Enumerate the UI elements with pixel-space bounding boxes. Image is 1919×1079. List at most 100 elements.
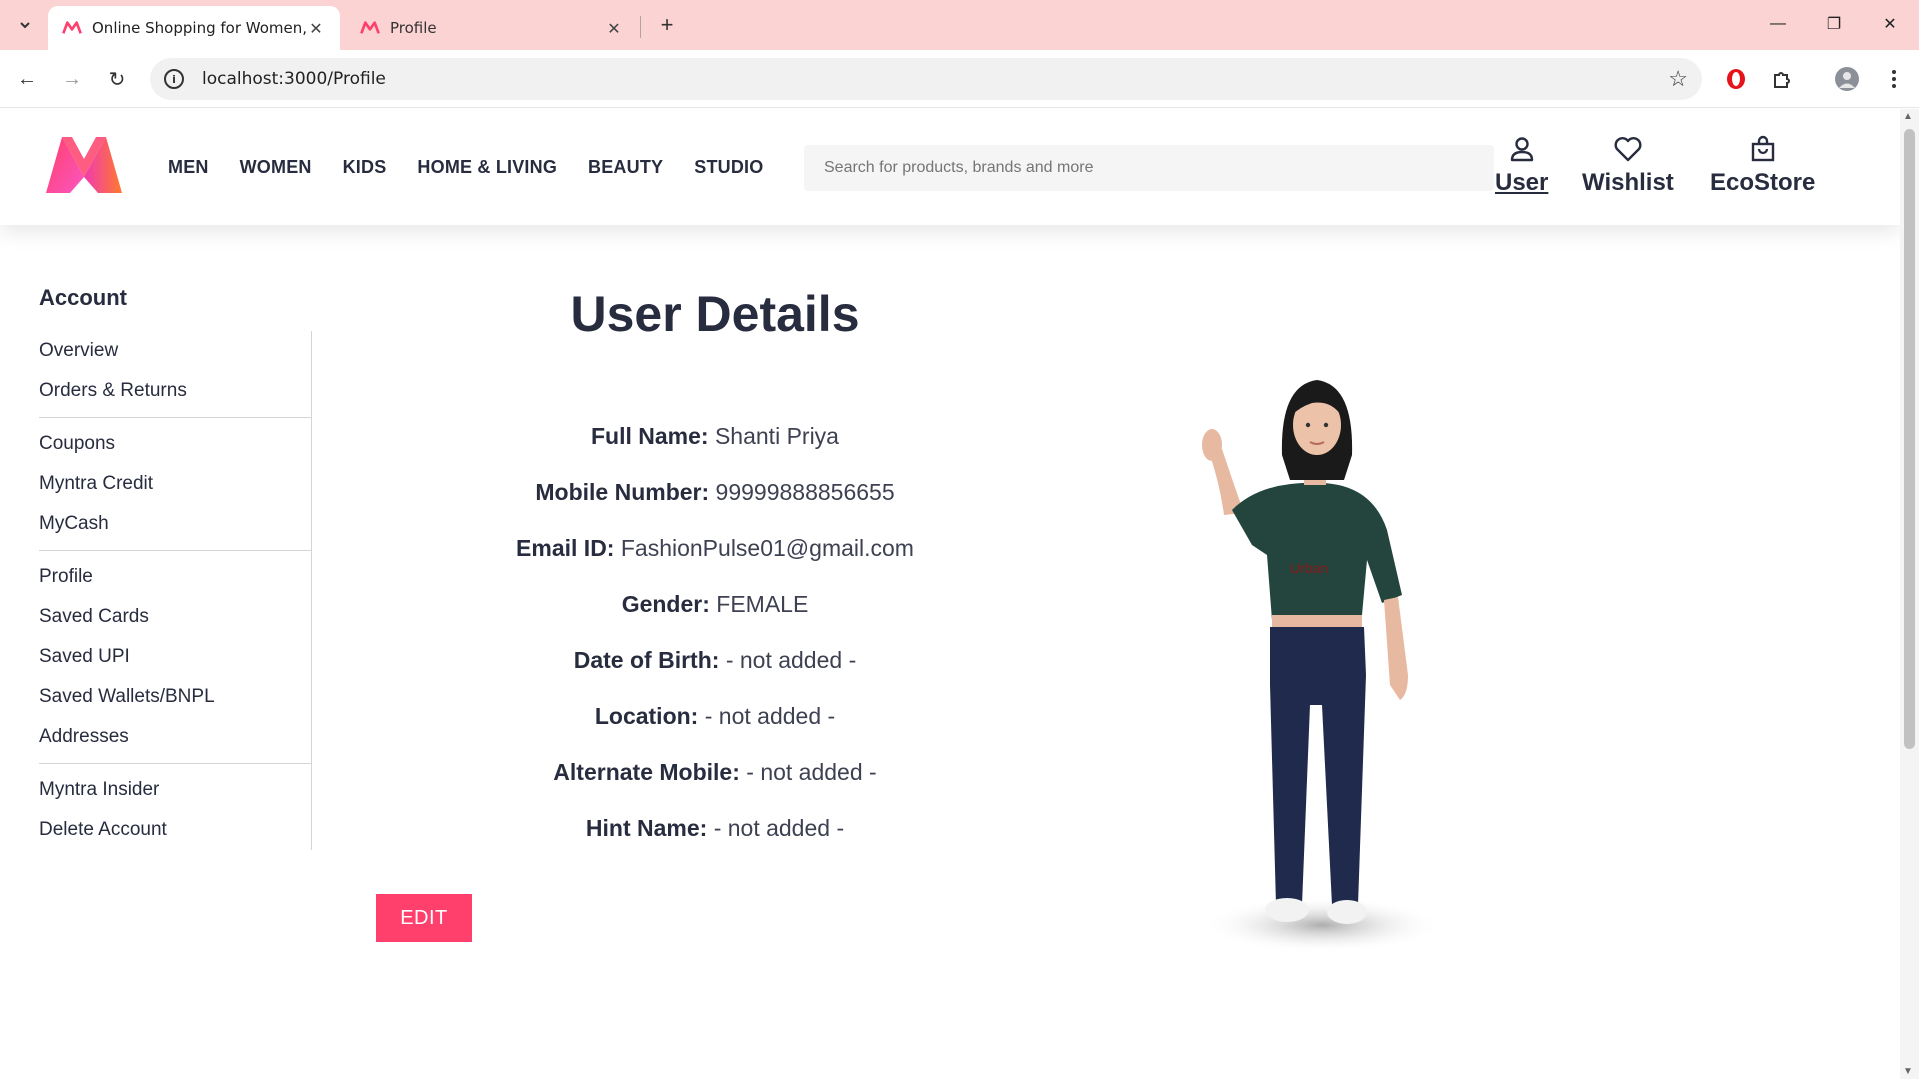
search-input[interactable] xyxy=(804,145,1494,191)
close-icon[interactable]: ✕ xyxy=(306,19,326,38)
detail-row-alt-mobile: Alternate Mobile: - not added - xyxy=(360,759,1070,786)
avatar-illustration: Urban xyxy=(1162,345,1480,987)
address-bar[interactable]: i localhost:3000/Profile ☆ xyxy=(150,58,1702,100)
sidebar-item-saved-cards[interactable]: Saved Cards xyxy=(39,597,311,637)
avatar-figure: Urban xyxy=(1202,380,1442,953)
sidebar-item-mycash[interactable]: MyCash xyxy=(39,504,311,544)
site-header: MEN WOMEN KIDS HOME & LIVING BEAUTY STUD… xyxy=(0,109,1900,225)
tab-title: Profile xyxy=(390,19,437,37)
scroll-up-icon[interactable]: ▲ xyxy=(1903,111,1913,122)
detail-row-dob: Date of Birth: - not added - xyxy=(360,647,1070,674)
minimize-icon: — xyxy=(1770,15,1786,32)
edit-button[interactable]: EDIT xyxy=(376,894,472,942)
detail-label: Hint Name: xyxy=(585,815,708,841)
user-profile-button[interactable]: User xyxy=(1495,135,1548,197)
svg-text:Urban: Urban xyxy=(1290,560,1328,576)
detail-row-location: Location: - not added - xyxy=(360,703,1070,730)
nav-beauty[interactable]: BEAUTY xyxy=(588,157,663,178)
detail-value: FEMALE xyxy=(716,591,809,617)
tab-divider xyxy=(640,16,641,38)
arrow-left-icon: ← xyxy=(17,67,37,90)
sidebar-item-delete-account[interactable]: Delete Account xyxy=(39,810,311,850)
browser-toolbar: ← → ↻ i localhost:3000/Profile ☆ xyxy=(0,50,1919,108)
tab-active[interactable]: Online Shopping for Women, M ✕ xyxy=(48,6,340,50)
detail-label: Location: xyxy=(594,703,699,729)
nav-women[interactable]: WOMEN xyxy=(240,157,312,178)
page-title: User Details xyxy=(570,286,860,342)
opera-extension-icon[interactable] xyxy=(1721,64,1751,94)
url-text: localhost:3000/Profile xyxy=(202,69,386,89)
sidebar-heading: Account xyxy=(39,285,127,310)
bookmark-star-icon[interactable]: ☆ xyxy=(1668,66,1688,92)
restore-button[interactable]: ❐ xyxy=(1814,8,1854,40)
nav-kids[interactable]: KIDS xyxy=(343,157,387,178)
minimize-button[interactable]: — xyxy=(1758,8,1798,40)
forward-button[interactable]: → xyxy=(57,64,87,94)
page-scrollbar[interactable]: ▲ ▼ xyxy=(1900,109,1919,1079)
chevron-down-icon xyxy=(20,22,30,29)
tab-profile[interactable]: Profile ✕ xyxy=(346,6,638,50)
tab-title: Online Shopping for Women, M xyxy=(92,19,306,37)
restore-icon: ❐ xyxy=(1826,16,1842,33)
detail-value: - not added - xyxy=(746,759,877,785)
plus-icon: + xyxy=(660,12,674,37)
detail-row-full-name: Full Name: Shanti Priya xyxy=(360,423,1070,450)
ecostore-label: EcoStore xyxy=(1710,169,1816,196)
sidebar-menu: Overview Orders & Returns Coupons Myntra… xyxy=(39,331,312,850)
detail-value: FashionPulse01@gmail.com xyxy=(620,535,914,561)
heart-icon xyxy=(1614,137,1642,162)
site-info-icon[interactable]: i xyxy=(164,69,184,89)
main-nav: MEN WOMEN KIDS HOME & LIVING BEAUTY STUD… xyxy=(168,157,794,178)
tab-search-button[interactable] xyxy=(10,10,40,40)
detail-label: Alternate Mobile: xyxy=(553,759,740,785)
browser-tab-bar: Online Shopping for Women, M ✕ Profile ✕… xyxy=(0,0,1919,50)
scrollbar-thumb[interactable] xyxy=(1904,129,1915,749)
detail-label: Email ID: xyxy=(516,535,615,561)
sidebar-item-myntra-credit[interactable]: Myntra Credit xyxy=(39,464,311,504)
detail-label: Gender: xyxy=(621,591,710,617)
sidebar-item-profile[interactable]: Profile xyxy=(39,557,311,597)
sidebar-item-myntra-insider[interactable]: Myntra Insider xyxy=(39,770,311,810)
sidebar-item-addresses[interactable]: Addresses xyxy=(39,717,311,757)
detail-value: - not added - xyxy=(713,815,845,841)
sidebar-divider xyxy=(39,763,311,764)
reload-icon: ↻ xyxy=(108,68,126,91)
close-icon[interactable]: ✕ xyxy=(604,19,624,38)
nav-studio[interactable]: STUDIO xyxy=(694,157,763,178)
extensions-puzzle-icon[interactable] xyxy=(1767,64,1797,94)
sidebar-divider xyxy=(39,550,311,551)
new-tab-button[interactable]: + xyxy=(652,10,682,40)
shopping-bag-icon xyxy=(1751,135,1774,162)
profile-avatar[interactable] xyxy=(1832,64,1862,94)
sidebar-item-orders-returns[interactable]: Orders & Returns xyxy=(39,371,311,411)
detail-row-mobile: Mobile Number: 99999888856655 xyxy=(360,479,1070,506)
sidebar-divider xyxy=(39,417,311,418)
user-label: User xyxy=(1495,169,1549,196)
ecostore-button[interactable]: EcoStore xyxy=(1710,135,1815,197)
sidebar-item-saved-wallets[interactable]: Saved Wallets/BNPL xyxy=(39,677,311,717)
detail-label: Mobile Number: xyxy=(535,479,710,505)
detail-row-hint-name: Hint Name: - not added - xyxy=(360,815,1070,842)
close-icon: ✕ xyxy=(1883,16,1897,33)
wishlist-button[interactable]: Wishlist xyxy=(1582,135,1674,197)
close-window-button[interactable]: ✕ xyxy=(1870,8,1910,40)
sidebar-item-saved-upi[interactable]: Saved UPI xyxy=(39,637,311,677)
sidebar-item-overview[interactable]: Overview xyxy=(39,331,311,371)
detail-value: - not added - xyxy=(704,703,836,729)
sidebar-item-coupons[interactable]: Coupons xyxy=(39,424,311,464)
page-viewport: MEN WOMEN KIDS HOME & LIVING BEAUTY STUD… xyxy=(0,109,1900,1079)
nav-men[interactable]: MEN xyxy=(168,157,209,178)
myntra-logo[interactable] xyxy=(42,133,126,197)
more-menu-icon[interactable] xyxy=(1879,64,1909,94)
myntra-favicon-icon xyxy=(360,21,380,34)
reload-button[interactable]: ↻ xyxy=(102,64,132,94)
detail-label: Full Name: xyxy=(591,423,709,449)
back-button[interactable]: ← xyxy=(12,64,42,94)
scroll-down-icon[interactable]: ▼ xyxy=(1903,1066,1913,1077)
detail-row-email: Email ID: FashionPulse01@gmail.com xyxy=(360,535,1070,562)
detail-value: - not added - xyxy=(725,647,857,673)
nav-home-living[interactable]: HOME & LIVING xyxy=(417,157,557,178)
wishlist-label: Wishlist xyxy=(1582,169,1674,196)
arrow-right-icon: → xyxy=(62,67,82,90)
detail-row-gender: Gender: FEMALE xyxy=(360,591,1070,618)
